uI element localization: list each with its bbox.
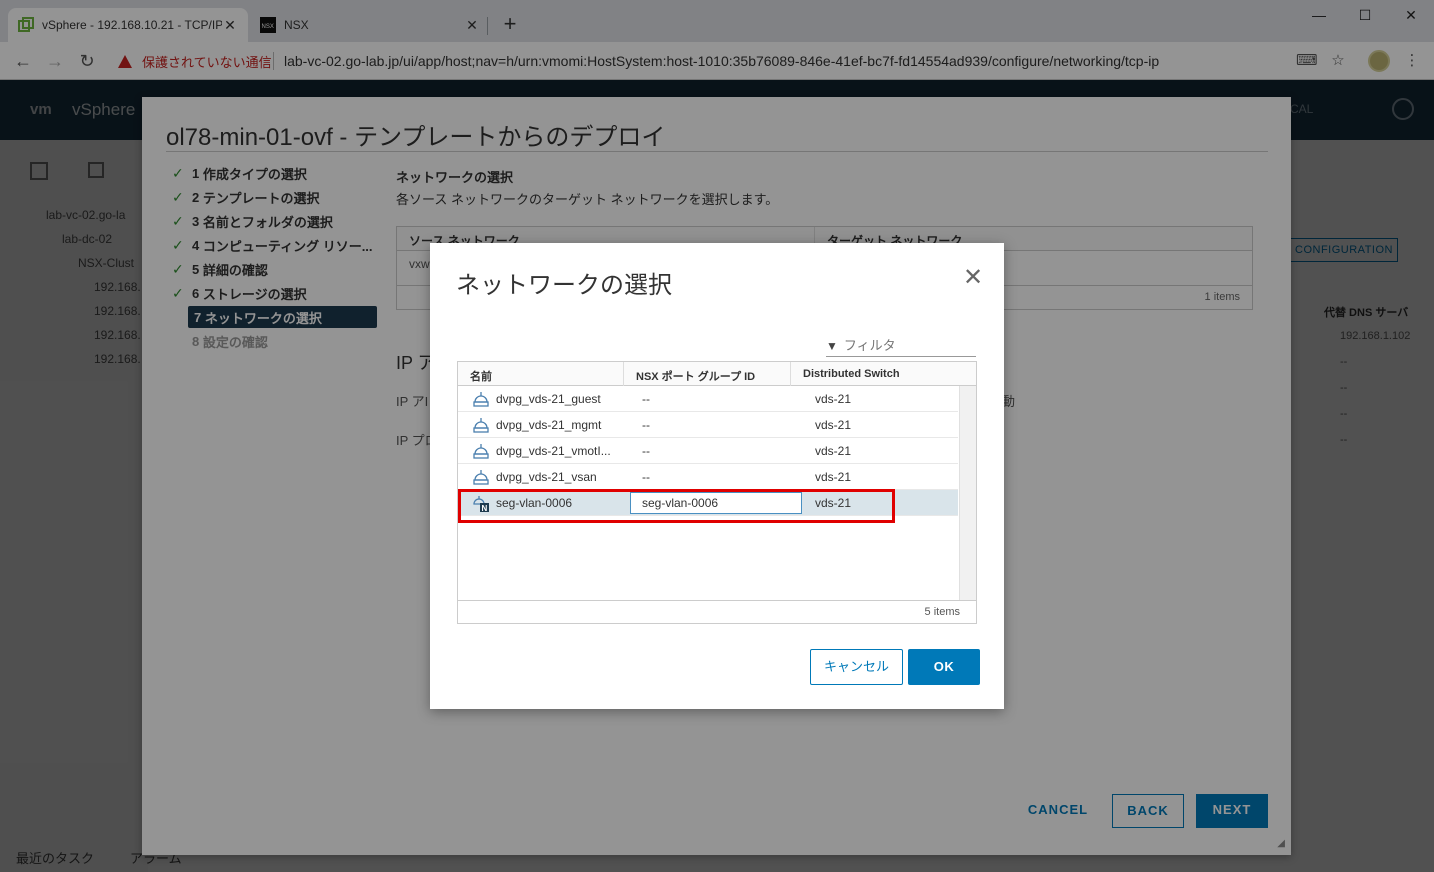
filter-box: ▼ [826,335,976,357]
close-icon[interactable]: ✕ [962,266,984,291]
cancel-button[interactable]: キャンセル [810,649,903,685]
network-name: dvpg_vds-21_guest [496,392,601,406]
network-name: dvpg_vds-21_vsan [496,470,597,484]
distributed-portgroup-icon [473,418,489,433]
nsx-id: -- [642,444,650,458]
dialog-title: ネットワークの選択 [456,272,672,299]
table-row[interactable]: dvpg_vds-21_vsan -- vds-21 [458,464,958,490]
switch-name: vds-21 [815,470,852,484]
table-row[interactable]: dvpg_vds-21_mgmt -- vds-21 [458,412,958,438]
distributed-portgroup-icon [473,444,489,459]
table-row[interactable]: dvpg_vds-21_vmotI... -- vds-21 [458,438,958,464]
distributed-portgroup-icon [473,392,489,407]
network-select-dialog: ネットワークの選択 ✕ ▼ 名前 NSX ポート グループ ID Distrib… [430,243,1004,709]
filter-input[interactable] [843,338,964,353]
grid-header: 名前 NSX ポート グループ ID Distributed Switch [458,362,976,386]
table-row[interactable]: dvpg_vds-21_guest -- vds-21 [458,386,958,412]
column-name[interactable]: 名前 [458,362,624,386]
nsx-id: -- [642,470,650,484]
column-nsx-portgroup-id[interactable]: NSX ポート グループ ID [624,362,791,386]
nsx-id: -- [642,418,650,432]
nsx-id: -- [642,392,650,406]
network-name: dvpg_vds-21_vmotI... [496,444,611,458]
switch-name: vds-21 [815,418,852,432]
column-distributed-switch[interactable]: Distributed Switch [791,362,976,386]
filter-icon: ▼ [826,338,838,353]
network-name: dvpg_vds-21_mgmt [496,418,602,432]
grid-scrollbar[interactable] [959,386,976,600]
switch-name: vds-21 [815,444,852,458]
annotation-highlight-box [458,489,895,523]
grid-footer: 5 items [458,600,976,623]
switch-name: vds-21 [815,392,852,406]
distributed-portgroup-icon [473,470,489,485]
ok-button[interactable]: OK [908,649,980,685]
